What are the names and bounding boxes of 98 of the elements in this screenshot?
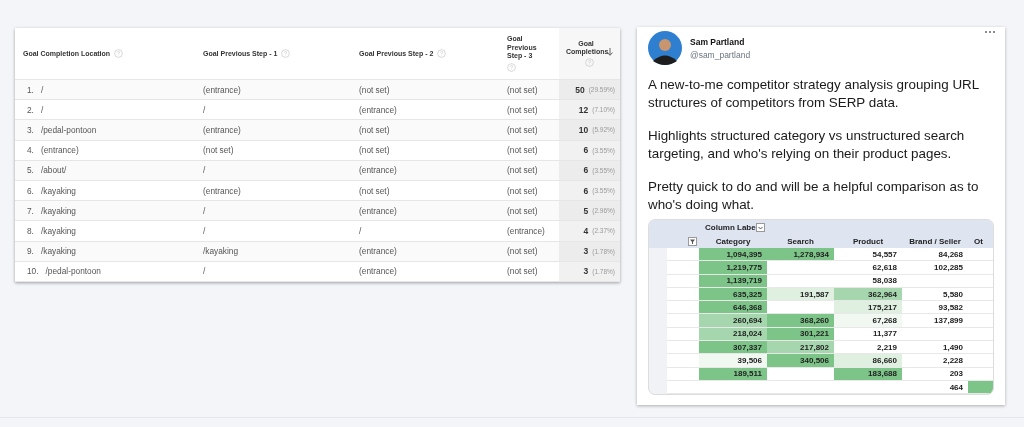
row-number: 3. (27, 124, 34, 135)
table-cell: (not set) (203, 145, 234, 156)
pivot-cell: 93,582 (902, 301, 968, 315)
table-cell: (entrance) (359, 205, 397, 216)
sort-arrow-icon[interactable] (607, 48, 613, 57)
completions-count: 3 (583, 266, 589, 277)
table-cell: / (203, 266, 206, 277)
table-cell: (not set) (359, 84, 390, 95)
table-cell: (not set) (507, 185, 538, 196)
pivot-cell: 84,268 (902, 248, 968, 262)
pivot-cell: 102,285 (902, 261, 968, 275)
completions-count: 6 (583, 145, 589, 156)
pivot-cell: 175,217 (834, 301, 902, 315)
table-cell: /kayaking (40, 246, 76, 257)
pivot-column-header: Brand / Seller (909, 236, 961, 246)
row-number: 7. (27, 205, 34, 216)
table-cell: /pedal-pontoon (40, 124, 97, 135)
completions-count: 4 (583, 225, 589, 236)
table-cell: / (359, 225, 362, 236)
pivot-column-header: Ot (974, 236, 983, 246)
pivot-column-header: Product (852, 236, 884, 246)
table-cell: (entrance) (40, 145, 79, 156)
more-options-icon[interactable] (984, 30, 996, 34)
table-cell: (not set) (359, 185, 390, 196)
table-cell: (entrance) (359, 246, 397, 257)
table-cell: / (40, 84, 44, 95)
table-cell: (not set) (359, 145, 390, 156)
pivot-cell: 62,618 (834, 261, 902, 275)
pivot-cell: 217,802 (767, 341, 834, 355)
tweet-text: Pretty quick to do and will be a helpful comparison as to who's doing what. (648, 178, 980, 213)
completions-count: 10 (578, 124, 589, 135)
table-cell: /kayaking (40, 185, 76, 196)
pivot-cell: 39,506 (699, 354, 767, 368)
pivot-cell: 2,219 (834, 341, 902, 355)
pivot-header-label: Column Labe (704, 222, 756, 232)
row-number: 8. (27, 225, 34, 236)
table-cell: (entrance) (359, 165, 397, 176)
pivot-cell: 646,368 (699, 301, 767, 315)
table-cell: (entrance) (203, 185, 241, 196)
table-cell: (not set) (507, 205, 538, 216)
pivot-cell: 1,278,934 (767, 248, 834, 262)
table-cell: / (40, 104, 44, 115)
completions-count: 3 (583, 246, 589, 257)
pivot-cell: 260,694 (699, 314, 767, 328)
completions-count: 5 (583, 205, 589, 216)
pivot-cell: 1,490 (902, 341, 968, 355)
filter-icon[interactable] (688, 236, 697, 246)
table-cell: / (203, 165, 206, 176)
tweet-text: A new-to-me competitor strategy analysis grouping URL structures of competitors from SERP data. (648, 76, 980, 111)
table-cell: (entrance) (359, 104, 397, 115)
table-cell: (not set) (507, 124, 538, 135)
avatar-icon[interactable] (648, 31, 682, 65)
row-number: 9. (27, 246, 34, 257)
table-cell: /about/ (40, 165, 67, 176)
row-number: 4. (27, 145, 34, 156)
completions-count: 6 (583, 165, 589, 176)
table-cell: (not set) (507, 84, 538, 95)
dropdown-icon[interactable] (755, 222, 765, 232)
row-number: 1. (27, 84, 34, 95)
table-cell: /kayaking (40, 205, 76, 216)
table-cell: / (203, 225, 206, 236)
table-cell: (not set) (507, 266, 538, 277)
table-cell: (not set) (507, 145, 538, 156)
author-handle[interactable]: @sam_partland (690, 49, 751, 60)
pivot-cell: 307,337 (699, 341, 767, 355)
table-cell: (not set) (359, 124, 390, 135)
table-cell: (entrance) (203, 124, 241, 135)
table-cell: (entrance) (359, 266, 397, 277)
completions-count: 6 (583, 185, 589, 196)
pivot-cell: 368,260 (767, 314, 834, 328)
author-name[interactable]: Sam Partland (690, 36, 751, 47)
completions-count: 12 (578, 104, 589, 115)
table-cell: (entrance) (507, 225, 545, 236)
row-number: 6. (27, 185, 34, 196)
pivot-cell: 1,219,775 (699, 261, 767, 275)
pivot-column-header: Search (787, 236, 814, 246)
table-cell: /pedal-pontoon (45, 266, 101, 277)
table-cell: (not set) (507, 246, 538, 257)
table-cell: /kayaking (203, 246, 239, 257)
completions-count: 50 (575, 84, 585, 95)
pivot-cell: 1,094,395 (699, 248, 767, 262)
row-number: 10. (27, 266, 39, 277)
pivot-cell: 54,557 (834, 248, 902, 262)
table-cell: /kayaking (40, 225, 76, 236)
pivot-cell: 86,660 (834, 354, 902, 368)
table-cell: (not set) (507, 104, 538, 115)
table-cell: / (203, 104, 206, 115)
pivot-cell: 67,268 (834, 314, 902, 328)
pivot-cell: 137,899 (902, 314, 968, 328)
table-cell: / (203, 205, 206, 216)
pivot-column-header: Category (715, 236, 751, 246)
tweet-text: Highlights structured category vs unstructured search targeting, and who's relying on their product pages. (648, 127, 966, 162)
table-cell: (entrance) (203, 84, 241, 95)
pivot-cell: 2,228 (902, 354, 968, 368)
row-number: 2. (27, 104, 34, 115)
row-number: 5. (27, 165, 34, 176)
pivot-cell: 340,506 (767, 354, 834, 368)
table-cell: (not set) (507, 165, 538, 176)
